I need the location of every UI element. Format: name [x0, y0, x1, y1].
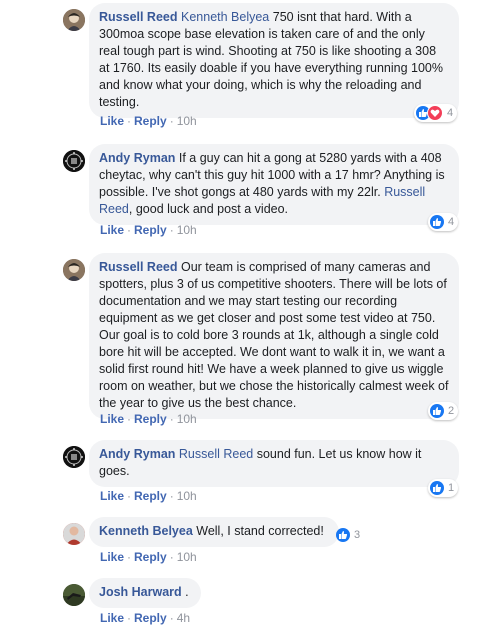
love-icon	[427, 105, 443, 121]
comment-bubble: Kenneth Belyea Well, I stand corrected!	[89, 517, 339, 547]
comment-actions: Like · Reply · 10h	[100, 489, 197, 503]
comment-actions: Like · Reply · 10h	[100, 550, 197, 564]
like-link[interactable]: Like	[100, 489, 124, 503]
reaction-count: 4	[447, 107, 454, 119]
comment-bubble: Andy Ryman Russell Reed sound fun. Let u…	[89, 440, 459, 487]
comment-bubble: Andy Ryman If a guy can hit a gong at 52…	[89, 144, 459, 225]
comment-author[interactable]: Josh Harward	[99, 585, 182, 599]
reaction-summary[interactable]: 4	[414, 104, 458, 122]
avatar[interactable]	[63, 523, 85, 545]
comment-actions: Like · Reply · 10h	[100, 412, 197, 426]
reply-link[interactable]: Reply	[134, 550, 167, 564]
reaction-count: 4	[448, 216, 455, 228]
tagged-user[interactable]: Kenneth Belyea	[181, 10, 269, 24]
like-icon	[430, 404, 444, 418]
like-link[interactable]: Like	[100, 611, 124, 625]
comment-author[interactable]: Andy Ryman	[99, 151, 175, 165]
avatar[interactable]	[63, 259, 85, 281]
avatar[interactable]	[63, 150, 85, 172]
reply-link[interactable]: Reply	[134, 412, 167, 426]
reply-link[interactable]: Reply	[134, 114, 167, 128]
like-icon	[336, 528, 350, 542]
comment-author[interactable]: Russell Reed	[99, 260, 178, 274]
reaction-count: 1	[448, 482, 455, 494]
reaction-summary[interactable]: 3	[334, 526, 364, 544]
comment-text: , good luck and post a video.	[128, 202, 289, 216]
comment-bubble: Russell Reed Kenneth Belyea 750 isnt tha…	[89, 3, 459, 118]
comment-text: Well, I stand corrected!	[192, 524, 324, 538]
like-icon	[430, 481, 444, 495]
comment-actions: Like · Reply · 10h	[100, 223, 197, 237]
comment-text: .	[181, 585, 189, 599]
reply-link[interactable]: Reply	[134, 489, 167, 503]
timestamp[interactable]: 10h	[177, 114, 197, 128]
comment-text: 750 isnt that hard. With a 300moa scope …	[99, 10, 443, 109]
like-icon	[430, 215, 444, 229]
comment-actions: Like · Reply · 4h	[100, 611, 191, 625]
like-link[interactable]: Like	[100, 412, 124, 426]
comment-bubble: Russell Reed Our team is comprised of ma…	[89, 253, 459, 419]
tagged-user[interactable]: Russell Reed	[179, 447, 253, 461]
reaction-summary[interactable]: 4	[428, 213, 459, 231]
avatar[interactable]	[63, 584, 85, 606]
like-link[interactable]: Like	[100, 223, 124, 237]
reaction-summary[interactable]: 1	[428, 479, 459, 497]
timestamp[interactable]: 10h	[177, 550, 197, 564]
comment-actions: Like · Reply · 10h	[100, 114, 197, 128]
like-link[interactable]: Like	[100, 550, 124, 564]
timestamp[interactable]: 10h	[177, 223, 197, 237]
like-link[interactable]: Like	[100, 114, 124, 128]
avatar[interactable]	[63, 446, 85, 468]
comment-author[interactable]: Russell Reed	[99, 10, 178, 24]
comment-author[interactable]: Andy Ryman	[99, 447, 175, 461]
comment-text: Our team is comprised of many cameras an…	[99, 260, 449, 410]
reply-link[interactable]: Reply	[134, 611, 167, 625]
reaction-count: 3	[354, 529, 361, 541]
avatar[interactable]	[63, 9, 85, 31]
comment-author[interactable]: Kenneth Belyea	[99, 524, 193, 538]
reply-link[interactable]: Reply	[134, 223, 167, 237]
timestamp[interactable]: 4h	[177, 611, 190, 625]
comment-bubble: Josh Harward .	[89, 578, 201, 608]
timestamp[interactable]: 10h	[177, 489, 197, 503]
timestamp[interactable]: 10h	[177, 412, 197, 426]
reaction-count: 2	[448, 405, 455, 417]
reaction-summary[interactable]: 2	[428, 402, 459, 420]
